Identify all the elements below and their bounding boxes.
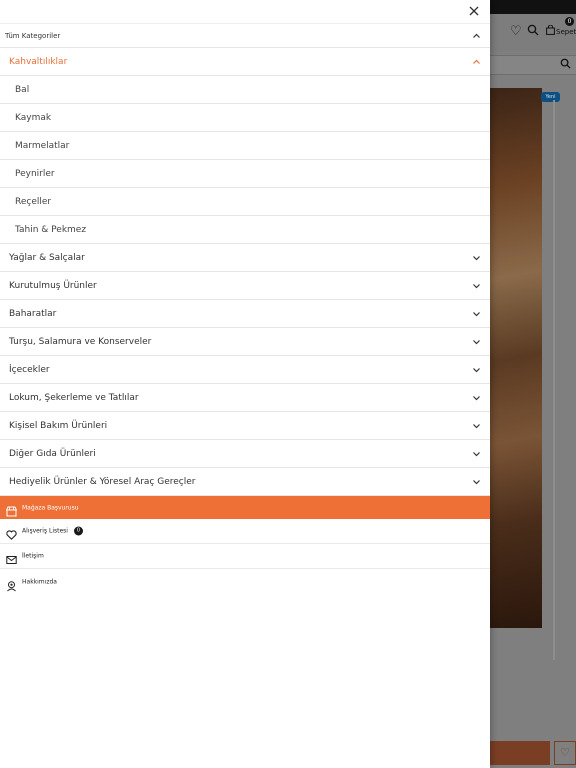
chevron-down-icon xyxy=(472,393,481,402)
category-item[interactable]: İçecekler xyxy=(0,356,490,384)
category-label: İçecekler xyxy=(9,364,50,375)
all-categories-toggle[interactable]: Tüm Kategoriler xyxy=(0,24,490,48)
user-icon xyxy=(6,576,17,591)
store-application-label: Mağaza Başvurusu xyxy=(22,504,79,511)
subcategory-label: Tahin & Pekmez xyxy=(15,224,87,235)
chevron-down-icon xyxy=(472,309,481,318)
store-icon xyxy=(5,502,18,517)
store-application-link[interactable]: Mağaza Başvurusu xyxy=(0,496,490,519)
chevron-down-icon xyxy=(472,477,481,486)
category-label: Hediyelik Ürünler & Yöresel Araç Gereçle… xyxy=(9,476,196,487)
cart-count-badge: 0 xyxy=(565,17,574,26)
wishlist-link[interactable]: Alışveriş Listesi 0 xyxy=(0,519,490,544)
product-image xyxy=(490,88,542,628)
bag-icon[interactable] xyxy=(546,24,555,40)
category-item[interactable]: Yağlar & Salçalar xyxy=(0,244,490,272)
heart-icon xyxy=(6,526,17,540)
chevron-down-icon xyxy=(472,449,481,458)
subcategory-item[interactable]: Marmelatlar xyxy=(0,132,490,160)
chevron-down-icon xyxy=(472,365,481,374)
subcategory-item[interactable]: Tahin & Pekmez xyxy=(0,216,490,244)
category-label: Baharatlar xyxy=(9,308,57,319)
close-icon[interactable] xyxy=(466,3,482,19)
subcategory-item[interactable]: Peynirler xyxy=(0,160,490,188)
wishlist-count-badge: 0 xyxy=(74,526,83,536)
drawer-header xyxy=(0,0,490,24)
subcategory-item[interactable]: Reçeller xyxy=(0,188,490,216)
category-item[interactable]: Diğer Gıda Ürünleri xyxy=(0,440,490,468)
category-item[interactable]: Kurutulmuş Ürünler xyxy=(0,272,490,300)
category-kahvaltiliklar[interactable]: Kahvaltılıklar xyxy=(0,48,490,76)
mail-icon xyxy=(6,551,17,564)
chevron-down-icon xyxy=(472,337,481,346)
category-drawer: Tüm Kategoriler Kahvaltılıklar Bal Kayma… xyxy=(0,0,490,768)
category-item[interactable]: Kişisel Bakım Ürünleri xyxy=(0,412,490,440)
category-label: Turşu, Salamura ve Konserveler xyxy=(9,336,152,347)
search-icon[interactable] xyxy=(560,58,571,72)
contact-label: İletişim xyxy=(22,552,44,560)
subcategory-label: Kaymak xyxy=(15,112,52,123)
chevron-down-icon xyxy=(472,253,481,262)
search-bar[interactable] xyxy=(490,55,576,75)
background-scrollbar xyxy=(553,100,555,660)
category-item[interactable]: Lokum, Şekerleme ve Tatlılar xyxy=(0,384,490,412)
category-label: Yağlar & Salçalar xyxy=(9,252,85,263)
subcategory-label: Marmelatlar xyxy=(15,140,70,151)
about-link[interactable]: Hakkımızda xyxy=(0,569,490,594)
category-label: Kurutulmuş Ürünler xyxy=(9,280,97,291)
heart-icon[interactable]: ♡ xyxy=(510,24,522,40)
subcategory-label: Peynirler xyxy=(15,168,55,179)
cart-label[interactable]: Sepet xyxy=(556,28,576,36)
chevron-down-icon xyxy=(472,421,481,430)
subcategory-label: Bal xyxy=(15,84,30,95)
wishlist-label: Alışveriş Listesi xyxy=(22,527,68,535)
product-new-badge: Yeni xyxy=(541,92,560,102)
all-categories-label: Tüm Kategoriler xyxy=(5,31,61,40)
category-label: Diğer Gıda Ürünleri xyxy=(9,448,96,459)
category-label: Kahvaltılıklar xyxy=(9,56,68,67)
category-item[interactable]: Hediyelik Ürünler & Yöresel Araç Gereçle… xyxy=(0,468,490,496)
subcategory-item[interactable]: Kaymak xyxy=(0,104,490,132)
category-item[interactable]: Baharatlar xyxy=(0,300,490,328)
about-label: Hakkımızda xyxy=(22,578,57,585)
subcategory-label: Reçeller xyxy=(15,196,52,207)
chevron-up-icon xyxy=(472,31,481,40)
add-to-cart-button[interactable] xyxy=(490,741,550,765)
search-icon[interactable] xyxy=(527,24,539,41)
category-item[interactable]: Turşu, Salamura ve Konserveler xyxy=(0,328,490,356)
chevron-up-icon xyxy=(472,57,481,66)
chevron-down-icon xyxy=(472,281,481,290)
category-label: Lokum, Şekerleme ve Tatlılar xyxy=(9,392,139,403)
heart-icon[interactable]: ♡ xyxy=(554,741,576,765)
subcategory-item[interactable]: Bal xyxy=(0,76,490,104)
contact-link[interactable]: İletişim xyxy=(0,544,490,569)
category-label: Kişisel Bakım Ürünleri xyxy=(9,420,108,431)
